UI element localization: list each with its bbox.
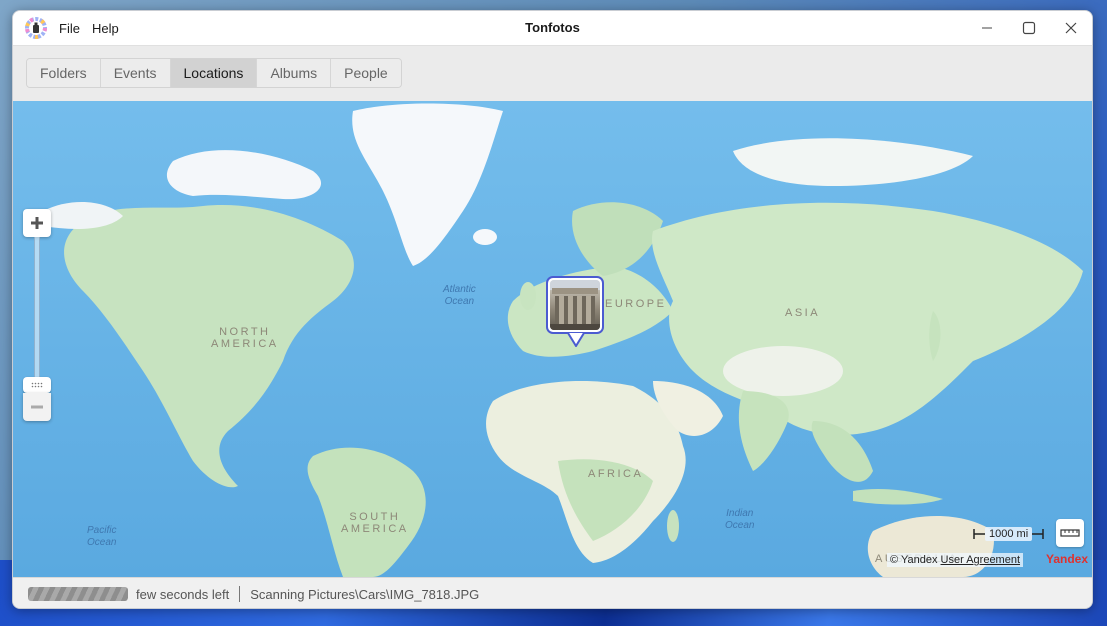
map-attribution: © Yandex User Agreement xyxy=(887,553,1024,567)
marker-pointer-icon xyxy=(567,333,585,347)
landmass-australia xyxy=(867,516,994,577)
photo-marker[interactable] xyxy=(546,276,604,334)
minus-icon xyxy=(31,405,43,409)
window-controls xyxy=(966,11,1092,45)
ruler-button[interactable] xyxy=(1056,519,1084,547)
maximize-button[interactable] xyxy=(1008,11,1050,45)
zoom-out-button[interactable] xyxy=(23,393,51,421)
plus-icon xyxy=(31,217,43,229)
zoom-in-button[interactable] xyxy=(23,209,51,237)
view-tabs: Folders Events Locations Albums People xyxy=(26,58,402,88)
ruler-icon xyxy=(1060,529,1080,537)
scale-right-cap-icon xyxy=(1032,529,1044,539)
app-logo-icon xyxy=(25,17,47,39)
landmass-tibet xyxy=(723,346,843,396)
status-divider xyxy=(239,586,241,602)
title-bar: File Help Tonfotos xyxy=(13,11,1092,45)
zoom-slider-track[interactable] xyxy=(34,237,40,379)
menu-help[interactable]: Help xyxy=(92,19,119,38)
app-window: File Help Tonfotos Folders Events Locati… xyxy=(12,10,1093,609)
landmass-iceland xyxy=(473,229,497,245)
copyright-text: © Yandex xyxy=(890,554,938,566)
window-title: Tonfotos xyxy=(525,20,580,35)
close-button[interactable] xyxy=(1050,11,1092,45)
menu-file[interactable]: File xyxy=(59,19,80,38)
tab-people[interactable]: People xyxy=(331,59,401,87)
zoom-slider-handle[interactable] xyxy=(23,377,51,393)
landmass-madagascar xyxy=(667,510,679,542)
scan-status-text: Scanning Pictures\Cars\IMG_7818.JPG xyxy=(250,586,480,602)
tab-albums[interactable]: Albums xyxy=(257,59,332,87)
map-tiles xyxy=(13,101,1092,577)
scale-label: 1000 mi xyxy=(985,527,1033,541)
toolbar: Folders Events Locations Albums People xyxy=(13,45,1092,101)
photo-thumbnail xyxy=(550,280,600,330)
scan-progress-bar xyxy=(28,587,128,601)
tab-locations[interactable]: Locations xyxy=(170,59,258,87)
minimize-button[interactable] xyxy=(966,11,1008,45)
tab-events[interactable]: Events xyxy=(100,59,171,87)
yandex-logo[interactable]: Yandex xyxy=(1046,552,1088,566)
zoom-control xyxy=(23,209,51,421)
scale-left-cap-icon xyxy=(973,529,985,539)
tab-folders[interactable]: Folders xyxy=(27,59,101,87)
progress-label: few seconds left xyxy=(136,586,230,602)
minimize-icon xyxy=(982,27,992,29)
maximize-icon xyxy=(1022,21,1036,35)
world-map[interactable]: NORTH AMERICA SOUTH AMERICA EUROPE ASIA … xyxy=(13,101,1092,577)
user-agreement-link[interactable]: User Agreement xyxy=(941,554,1020,566)
close-icon xyxy=(1065,22,1077,34)
grip-icon xyxy=(31,382,43,388)
scale-bar: 1000 mi xyxy=(973,527,1044,541)
menu-bar: File Help xyxy=(59,19,131,38)
landmass-britain xyxy=(520,282,536,310)
status-bar: few seconds left Scanning Pictures\Cars\… xyxy=(13,577,1092,608)
